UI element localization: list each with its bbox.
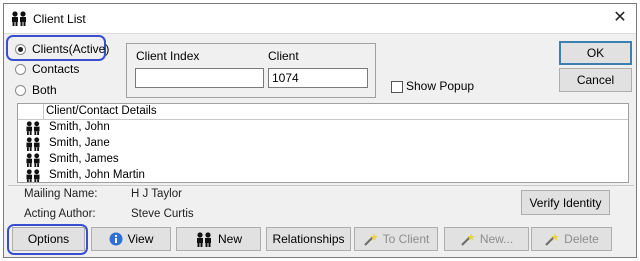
verify-identity-button[interactable]: Verify Identity bbox=[521, 190, 610, 215]
view-label: View bbox=[127, 232, 154, 246]
to-client-label: To Client bbox=[382, 232, 430, 246]
options-button[interactable]: Options bbox=[12, 227, 85, 251]
mailing-name-label: Mailing Name: bbox=[24, 188, 98, 200]
show-popup-checkbox[interactable] bbox=[391, 81, 403, 93]
list-item[interactable]: Smith, John Martin bbox=[18, 168, 628, 182]
column-header[interactable]: Client/Contact Details bbox=[46, 105, 157, 117]
list-item-label: Smith, James bbox=[49, 153, 119, 165]
list-item[interactable]: Smith, James bbox=[18, 152, 628, 168]
cancel-button[interactable]: Cancel bbox=[559, 68, 632, 92]
radio-label: Clients(Active) bbox=[32, 42, 110, 56]
new-label: New bbox=[217, 232, 242, 246]
client-label: Client bbox=[268, 49, 299, 63]
column-divider bbox=[43, 104, 44, 119]
title-bar: Client List ✕ bbox=[4, 4, 636, 34]
ok-button[interactable]: OK bbox=[559, 41, 632, 65]
list-header: Client/Contact Details bbox=[18, 104, 628, 120]
radio-contacts[interactable]: Contacts bbox=[15, 62, 79, 76]
acting-author-label: Acting Author: bbox=[24, 208, 96, 220]
show-popup-label: Show Popup bbox=[406, 79, 475, 93]
radio-dot bbox=[15, 84, 26, 96]
client-index-input[interactable] bbox=[135, 68, 264, 88]
list-item[interactable]: Smith, John bbox=[18, 120, 628, 136]
close-button[interactable]: ✕ bbox=[610, 9, 630, 27]
new-link-button[interactable]: New... bbox=[444, 227, 529, 251]
view-button[interactable]: View bbox=[91, 227, 171, 251]
people-icon bbox=[10, 11, 28, 29]
radio-both[interactable]: Both bbox=[15, 83, 57, 97]
radio-label: Contacts bbox=[32, 62, 80, 76]
wand-icon bbox=[363, 232, 378, 247]
radio-dot bbox=[15, 43, 26, 55]
people-icon bbox=[195, 231, 213, 247]
new-button[interactable]: New bbox=[176, 227, 261, 251]
acting-author-value: Steve Curtis bbox=[131, 208, 194, 220]
client-list: Client/Contact Details Smith, John Smith… bbox=[17, 103, 629, 183]
wand-icon bbox=[544, 232, 560, 247]
list-item-label: Smith, Jane bbox=[49, 137, 110, 149]
list-item[interactable]: Smith, Jane bbox=[18, 136, 628, 152]
list-item-label: Smith, John bbox=[49, 121, 110, 133]
new-link-label: New... bbox=[479, 232, 514, 246]
radio-dot bbox=[15, 63, 26, 75]
people-icon bbox=[24, 169, 42, 182]
radio-label: Both bbox=[32, 83, 57, 97]
client-input[interactable]: 1074 bbox=[268, 68, 368, 88]
mailing-name-value: H J Taylor bbox=[131, 188, 182, 200]
info-icon bbox=[109, 232, 123, 246]
list-item-label: Smith, John Martin bbox=[49, 169, 145, 181]
relationships-button[interactable]: Relationships bbox=[266, 227, 351, 251]
window-title: Client List bbox=[33, 12, 86, 26]
search-group: Client Index Client 1074 bbox=[126, 43, 376, 98]
client-index-label: Client Index bbox=[136, 49, 200, 63]
wand-icon bbox=[460, 232, 475, 247]
divider bbox=[8, 185, 634, 186]
radio-clients-active[interactable]: Clients(Active) bbox=[15, 42, 109, 56]
delete-label: Delete bbox=[564, 232, 599, 246]
client-list-window: Client List ✕ Clients(Active) Contacts B… bbox=[3, 3, 637, 258]
to-client-button[interactable]: To Client bbox=[354, 227, 438, 251]
delete-button[interactable]: Delete bbox=[531, 227, 612, 251]
